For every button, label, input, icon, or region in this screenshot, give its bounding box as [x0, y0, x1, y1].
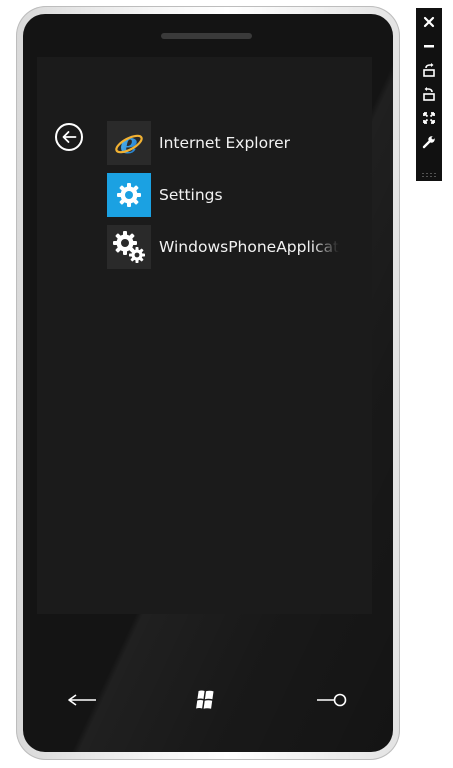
minimize-button[interactable] — [416, 36, 442, 56]
minimize-icon — [424, 45, 434, 48]
tools-button[interactable] — [416, 132, 442, 152]
app-tile: e — [107, 121, 151, 165]
hardware-search-button[interactable] — [312, 688, 350, 712]
arrow-left-icon — [62, 131, 77, 143]
close-icon — [423, 16, 435, 28]
app-item-windows-phone-application[interactable]: WindowsPhoneApplicat — [107, 225, 372, 269]
rotate-right-button[interactable] — [416, 84, 442, 104]
tools-wrench-icon — [422, 136, 435, 149]
app-tile — [107, 225, 151, 269]
app-label: WindowsPhoneApplicat — [159, 238, 340, 256]
app-item-internet-explorer[interactable]: e Internet Explorer — [107, 121, 372, 165]
earpiece-speaker — [161, 33, 252, 39]
back-arrow-icon — [68, 694, 96, 706]
rotate-right-icon — [423, 87, 435, 101]
app-gears-icon — [113, 231, 145, 263]
rotate-left-button[interactable] — [416, 60, 442, 80]
phone-screen[interactable]: e Internet Explorer Settings WindowsPhon… — [37, 57, 372, 614]
hardware-back-button[interactable] — [60, 687, 104, 713]
emulator-toolbar — [416, 8, 442, 181]
emulator-window: e Internet Explorer Settings WindowsPhon… — [0, 0, 453, 768]
internet-explorer-icon: e — [115, 127, 143, 159]
app-tile — [107, 173, 151, 217]
close-button[interactable] — [416, 12, 442, 32]
app-item-settings[interactable]: Settings — [107, 173, 372, 217]
back-to-start-button[interactable] — [55, 123, 83, 151]
app-label: Settings — [159, 186, 223, 204]
fit-to-screen-icon — [423, 112, 435, 124]
fit-to-screen-button[interactable] — [416, 108, 442, 128]
toolbar-grip[interactable] — [421, 172, 437, 178]
app-label: Internet Explorer — [159, 134, 291, 152]
windows-start-icon — [196, 690, 214, 709]
rotate-left-icon — [423, 63, 435, 77]
settings-gear-icon — [117, 183, 141, 207]
svg-text:e: e — [120, 127, 138, 159]
search-icon — [317, 693, 347, 707]
hardware-start-button[interactable] — [190, 685, 222, 715]
